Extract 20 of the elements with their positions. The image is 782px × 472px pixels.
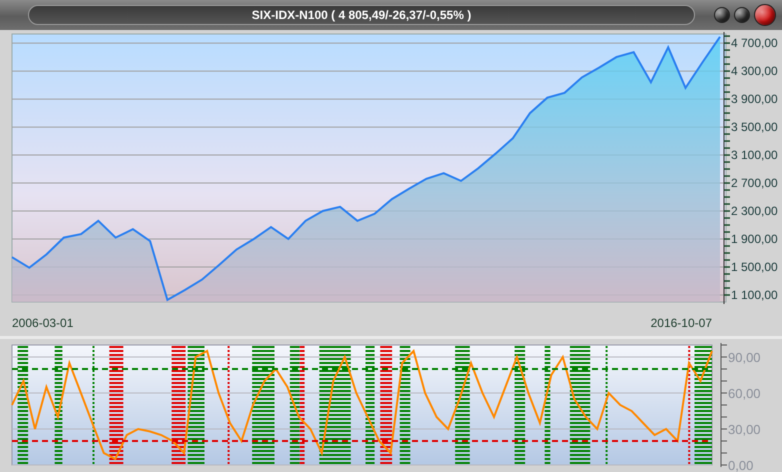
axis-label: 3 500,00	[731, 120, 778, 134]
window-control-button[interactable]	[734, 7, 750, 23]
window-title: SIX-IDX-N100 ( 4 805,49/-26,37/-0,55% )	[252, 8, 472, 22]
axis-label: 60,00	[728, 386, 761, 401]
axis-label: 3 900,00	[731, 92, 778, 106]
axis-label: 90,00	[728, 350, 761, 365]
axis-label: 1 100,00	[731, 288, 778, 302]
window-control-button[interactable]	[714, 7, 730, 23]
axis-label: 1 900,00	[731, 232, 778, 246]
axis-label: 3 100,00	[731, 148, 778, 162]
axis-label: 2 300,00	[731, 204, 778, 218]
axis-label: 4 300,00	[731, 64, 778, 78]
window-control-button[interactable]	[754, 4, 776, 26]
date-label: 2016-10-07	[650, 316, 712, 332]
axis-label: 0,00	[728, 458, 754, 472]
date-label: 2006-03-01	[12, 316, 74, 332]
axis-label: 1 500,00	[731, 260, 778, 274]
axis-label: 4 700,00	[731, 36, 778, 50]
axis-label: 2 700,00	[731, 176, 778, 190]
axis-label: 30,00	[728, 422, 761, 437]
